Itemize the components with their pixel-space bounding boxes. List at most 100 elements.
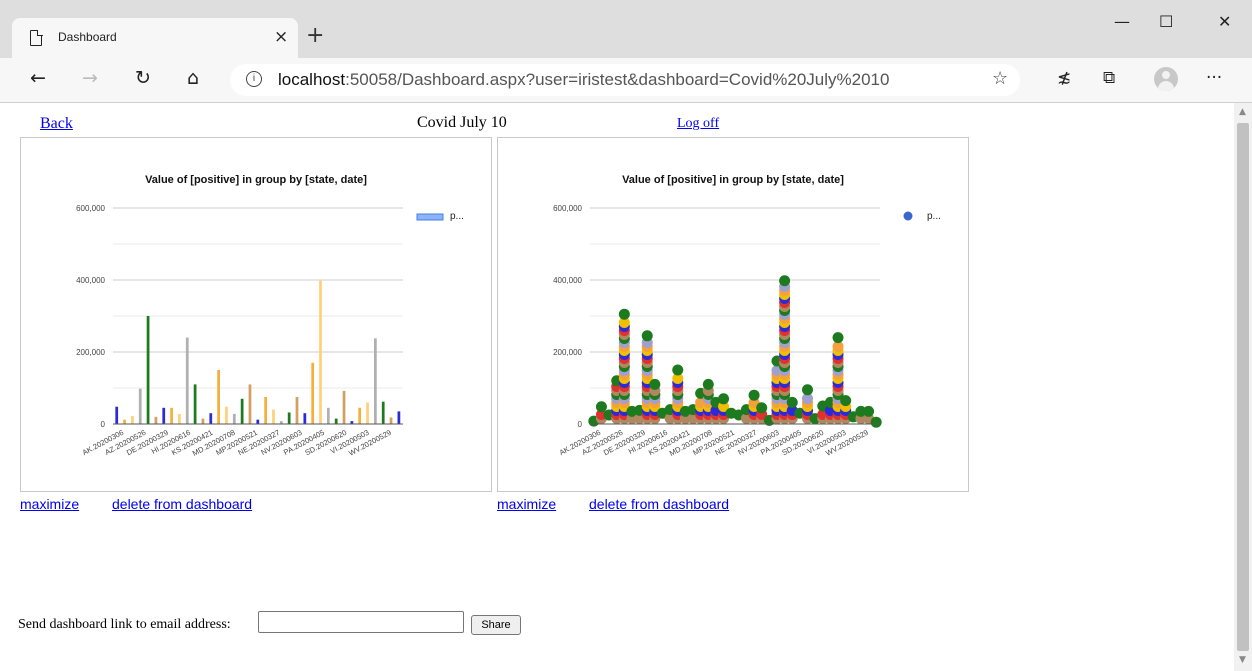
browser-tab[interactable]: Dashboard × xyxy=(12,18,298,58)
more-options-icon[interactable]: ··· xyxy=(1206,68,1222,88)
bar xyxy=(225,406,228,424)
legend-swatch xyxy=(903,211,913,221)
bar xyxy=(389,417,393,424)
bar xyxy=(193,384,197,424)
tab-close-icon[interactable]: × xyxy=(274,27,288,47)
bar xyxy=(374,338,377,424)
legend-label: p... xyxy=(450,211,464,222)
bar xyxy=(248,384,252,424)
bar xyxy=(342,390,346,424)
chart-title: Value of [positive] in group by [state, … xyxy=(145,174,367,186)
bar xyxy=(311,362,315,424)
share-label: Send dashboard link to email address: xyxy=(18,617,231,632)
forward-arrow-icon[interactable]: → xyxy=(82,67,98,89)
bar xyxy=(131,416,134,424)
bar xyxy=(123,419,126,424)
maximize-link-2[interactable]: maximize xyxy=(497,496,556,512)
chart-panel-scatter: Value of [positive] in group by [state, … xyxy=(497,137,969,492)
scatter-point xyxy=(802,384,813,396)
scatter-point xyxy=(870,416,882,428)
browser-tab-strip: Dashboard × + — ☐ ✕ xyxy=(0,0,1252,58)
bar xyxy=(217,370,220,424)
bar xyxy=(358,407,362,424)
scatter-point xyxy=(649,378,661,390)
y-tick-label: 200,000 xyxy=(76,348,105,357)
collections-icon[interactable]: ⧉ xyxy=(1103,68,1115,88)
vertical-scrollbar[interactable]: ▲ ▼ xyxy=(1234,103,1252,671)
y-tick-label: 0 xyxy=(578,420,583,429)
back-arrow-icon[interactable]: ← xyxy=(30,67,46,89)
bar xyxy=(232,413,236,424)
y-tick-label: 600,000 xyxy=(553,204,582,213)
bar xyxy=(256,419,260,424)
dashboard-title: Covid July 10 xyxy=(417,114,507,131)
home-icon[interactable]: ⌂ xyxy=(187,67,199,89)
y-tick-label: 400,000 xyxy=(553,276,582,285)
bar xyxy=(170,407,173,424)
bar xyxy=(209,413,213,424)
y-tick-label: 400,000 xyxy=(76,276,105,285)
favorites-list-icon[interactable]: ≴ xyxy=(1057,68,1071,88)
bar xyxy=(366,402,369,424)
legend-label: p... xyxy=(927,211,941,222)
bar xyxy=(319,280,322,424)
address-bar[interactable]: i localhost:50058/Dashboard.aspx?user=ir… xyxy=(230,64,1020,96)
page-icon xyxy=(30,29,43,46)
bar xyxy=(264,397,268,424)
scatter-point xyxy=(756,402,768,414)
bar xyxy=(334,418,338,424)
scatter-point xyxy=(748,389,760,401)
profile-avatar-icon[interactable] xyxy=(1154,67,1178,91)
bar xyxy=(146,316,150,424)
logoff-link[interactable]: Log off xyxy=(677,116,719,132)
url-text[interactable]: localhost:50058/Dashboard.aspx?user=iris… xyxy=(278,70,889,90)
scatter-point xyxy=(595,401,607,413)
delete-link-1[interactable]: delete from dashboard xyxy=(112,496,252,512)
scatter-point xyxy=(618,308,630,320)
bar xyxy=(154,416,158,424)
bar xyxy=(397,411,401,424)
bar xyxy=(303,413,307,424)
bar xyxy=(115,406,119,424)
y-tick-label: 600,000 xyxy=(76,204,105,213)
back-link[interactable]: Back xyxy=(40,115,73,133)
scatter-chart: Value of [positive] in group by [state, … xyxy=(553,174,941,458)
new-tab-icon[interactable]: + xyxy=(306,24,324,48)
browser-toolbar: ← → ↻ ⌂ i localhost:50058/Dashboard.aspx… xyxy=(0,58,1252,103)
minimize-icon[interactable]: — xyxy=(1114,12,1130,31)
scroll-down-icon[interactable]: ▼ xyxy=(1239,655,1246,665)
tab-title: Dashboard xyxy=(58,30,117,44)
scatter-point xyxy=(702,378,714,390)
scroll-up-icon[interactable]: ▲ xyxy=(1239,107,1246,117)
favorite-star-icon[interactable]: ☆ xyxy=(992,68,1008,89)
scatter-point xyxy=(840,395,852,407)
bar xyxy=(326,407,330,424)
y-tick-label: 200,000 xyxy=(553,348,582,357)
maximize-icon[interactable]: ☐ xyxy=(1159,12,1173,31)
bar xyxy=(240,398,244,424)
refresh-icon[interactable]: ↻ xyxy=(135,67,151,89)
share-button[interactable]: Share xyxy=(471,615,521,635)
chart-panel-bar: Value of [positive] in group by [state, … xyxy=(20,137,492,492)
page-content: Back Covid July 10 Log off Value of [pos… xyxy=(0,103,1234,671)
bar xyxy=(295,397,299,424)
scatter-point xyxy=(779,275,791,287)
bar xyxy=(162,407,166,424)
delete-link-2[interactable]: delete from dashboard xyxy=(589,496,729,512)
email-input[interactable] xyxy=(258,611,464,633)
maximize-link-1[interactable]: maximize xyxy=(20,496,79,512)
scatter-point xyxy=(718,393,730,405)
scatter-point xyxy=(863,405,875,417)
bar xyxy=(201,418,205,424)
scatter-point xyxy=(832,332,844,344)
url-path: :50058/Dashboard.aspx?user=iristest&dash… xyxy=(345,70,890,89)
y-tick-label: 0 xyxy=(101,420,106,429)
bar xyxy=(272,409,275,424)
info-icon[interactable]: i xyxy=(246,71,262,87)
bar xyxy=(185,337,189,424)
close-window-icon[interactable]: ✕ xyxy=(1218,12,1231,31)
bar xyxy=(381,401,385,424)
scroll-thumb[interactable] xyxy=(1237,123,1249,651)
scatter-point xyxy=(672,364,684,376)
bar xyxy=(178,413,181,424)
